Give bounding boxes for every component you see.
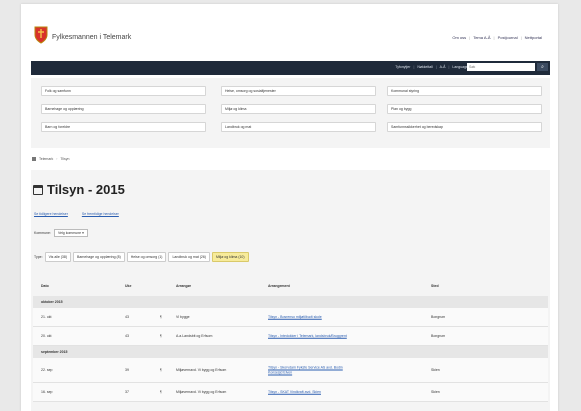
- site-title[interactable]: Fylkesmannen i Telemark: [52, 34, 131, 41]
- column-header[interactable]: Arrangement: [268, 284, 290, 288]
- main-menu: Folk og samfunn Barnehage og opplæring B…: [31, 78, 550, 148]
- cell-uke: 43: [125, 315, 129, 319]
- cell-sted: Bongrum: [431, 315, 446, 319]
- nav-link-tyfonytjer[interactable]: Tyfonytjer: [395, 65, 410, 69]
- document-icon: ¶: [160, 334, 162, 338]
- event-link[interactable]: Tilsyn - Intedokker i Telemark, landsbru…: [268, 334, 348, 339]
- month-label: september 2015: [41, 350, 68, 354]
- filter-helse[interactable]: Helse og omsorg (1): [126, 252, 167, 262]
- top-links: Om oss | Tema A-Å | Postjournal | Nettpo…: [452, 35, 542, 40]
- document-icon: ¶: [160, 390, 162, 394]
- month-group-header: september 2015: [33, 346, 548, 358]
- menu-item-barnehage[interactable]: Barnehage og opplæring: [41, 104, 206, 114]
- cell-arrangor: Miljøvernavd. Vi bygg og Erfsom: [176, 368, 227, 372]
- type-label: Type:: [34, 255, 43, 259]
- type-filter: Type: Vis alle (38) Barnehage og opplæri…: [34, 252, 249, 262]
- breadcrumb-item[interactable]: Telemark: [39, 157, 53, 161]
- cell-dato: 20. okt: [41, 334, 52, 338]
- kommune-select[interactable]: Velg kommune ▾: [53, 229, 88, 237]
- nav-link-a-a[interactable]: A-Å: [440, 65, 446, 69]
- filter-miljo[interactable]: Miljø og klima (10): [211, 252, 249, 262]
- kommune-label: Kommune:: [34, 231, 51, 235]
- cell-sted: Bongrum: [431, 334, 446, 338]
- cell-uke: 37: [125, 390, 129, 394]
- navbar: Tyfonytjer | Nøkkeltall | A-Å | Language…: [31, 61, 550, 75]
- menu-item-kommunal-styring[interactable]: Kommunal styring: [387, 86, 542, 96]
- top-link-nettportal[interactable]: Nettportal: [525, 35, 542, 40]
- breadcrumb-item: Tilsyn: [60, 157, 70, 161]
- nav-link-language[interactable]: Language: [452, 65, 468, 69]
- cell-sted: Skien: [431, 368, 440, 372]
- header: Fylkesmannen i Telemark Om oss | Tema A-…: [21, 4, 558, 60]
- filter-barnehage[interactable]: Barnehage og opplæring (8): [72, 252, 125, 262]
- event-link[interactable]: Tilsyn - SKAT Vindkraft avd. Skien: [268, 390, 348, 395]
- cell-dato: 22. sep: [41, 368, 53, 372]
- events-table: Dato Uke Arrangør Arrangement Sted oktob…: [33, 276, 548, 402]
- chevron-down-icon: ▾: [82, 231, 84, 235]
- top-link-tema[interactable]: Tema A-Å: [473, 35, 490, 40]
- home-icon[interactable]: [32, 157, 36, 161]
- divider: |: [520, 35, 522, 40]
- event-link[interactable]: Tilsyn - Skorvdam Fyksfe Service AS avd.…: [268, 366, 348, 375]
- breadcrumb-separator: ›: [56, 157, 58, 161]
- divider: |: [448, 65, 450, 69]
- menu-item-samfunnssikkerhet[interactable]: Samfunnssikkerhet og beredskap: [387, 122, 542, 132]
- filter-landbruk[interactable]: Landbruk og mat (26): [168, 252, 210, 262]
- search-input[interactable]: [467, 63, 535, 71]
- month-group-header: oktober 2015: [33, 296, 548, 308]
- column-header[interactable]: Arrangør: [176, 284, 191, 288]
- table-row: 22. sep 39 ¶ Miljøvernavd. Vi bygg og Er…: [33, 358, 548, 383]
- divider: |: [469, 35, 471, 40]
- top-link-om-oss[interactable]: Om oss: [452, 35, 466, 40]
- search-icon: ⌕: [541, 64, 544, 70]
- document-icon: ¶: [160, 315, 162, 319]
- kommune-filter: Kommune: Velg kommune ▾: [34, 229, 88, 237]
- column-header[interactable]: Sted: [431, 284, 439, 288]
- cell-arrangor: A.a.Landsbit og Erfsom: [176, 334, 213, 338]
- cell-dato: 21. okt: [41, 315, 52, 319]
- kommune-select-value: Velg kommune: [57, 231, 82, 235]
- divider: |: [493, 35, 495, 40]
- menu-item-plan-og-bygg[interactable]: Plan og bygg: [387, 104, 542, 114]
- breadcrumb: Telemark › Tilsyn: [32, 157, 69, 161]
- table-row: 20. okt 43 ¶ A.a.Landsbit og Erfsom Tils…: [33, 327, 548, 346]
- table-row: 21. okt 43 ¶ Vi bygge Tilsyn - Bosrenso …: [33, 308, 548, 327]
- top-link-postjournal[interactable]: Postjournal: [498, 35, 518, 40]
- table-row: 16. sep 37 ¶ Miljøvernavd. Vi bygg og Er…: [33, 383, 548, 402]
- page-title: Tilsyn - 2015: [33, 182, 125, 197]
- cell-uke: 43: [125, 334, 129, 338]
- page-title-text: Tilsyn - 2015: [47, 182, 125, 197]
- coat-of-arms-logo[interactable]: [34, 26, 48, 44]
- menu-item-landbruk[interactable]: Landbruk og mat: [221, 122, 376, 132]
- month-label: oktober 2015: [41, 300, 63, 304]
- page: Fylkesmannen i Telemark Om oss | Tema A-…: [21, 4, 558, 411]
- divider: |: [435, 65, 437, 69]
- sub-links: Se tidligere hendelser Se fremtidige hen…: [34, 212, 119, 216]
- table-header: Dato Uke Arrangør Arrangement Sted: [33, 276, 548, 296]
- previous-events-link[interactable]: Se tidligere hendelser: [34, 212, 68, 216]
- nav-links: Tyfonytjer | Nøkkeltall | A-Å | Language: [395, 65, 468, 69]
- future-events-link[interactable]: Se fremtidige hendelser: [82, 212, 119, 216]
- column-header[interactable]: Dato: [41, 284, 49, 288]
- calendar-icon: [33, 184, 43, 195]
- document-icon: ¶: [160, 368, 162, 372]
- event-link[interactable]: Tilsyn - Bosrenso miljøtilbudt skole: [268, 315, 348, 320]
- menu-item-barn-og-foreldre[interactable]: Barn og foreldre: [41, 122, 206, 132]
- menu-item-folk-og-samfunn[interactable]: Folk og samfunn: [41, 86, 206, 96]
- nav-link-nokkeltall[interactable]: Nøkkeltall: [417, 65, 432, 69]
- search-button[interactable]: ⌕: [537, 63, 548, 71]
- cell-uke: 39: [125, 368, 129, 372]
- menu-item-helse[interactable]: Helse, omsorg og sosialtjenester: [221, 86, 376, 96]
- divider: |: [413, 65, 415, 69]
- column-header[interactable]: Uke: [125, 284, 131, 288]
- filter-vis-alle[interactable]: Vis alle (38): [44, 252, 71, 262]
- cell-arrangor: Vi bygge: [176, 315, 190, 319]
- menu-item-miljo[interactable]: Miljø og klima: [221, 104, 376, 114]
- cell-sted: Skien: [431, 390, 440, 394]
- cell-dato: 16. sep: [41, 390, 53, 394]
- cell-arrangor: Miljøvernavd. Vi bygg og Erfsom: [176, 390, 227, 394]
